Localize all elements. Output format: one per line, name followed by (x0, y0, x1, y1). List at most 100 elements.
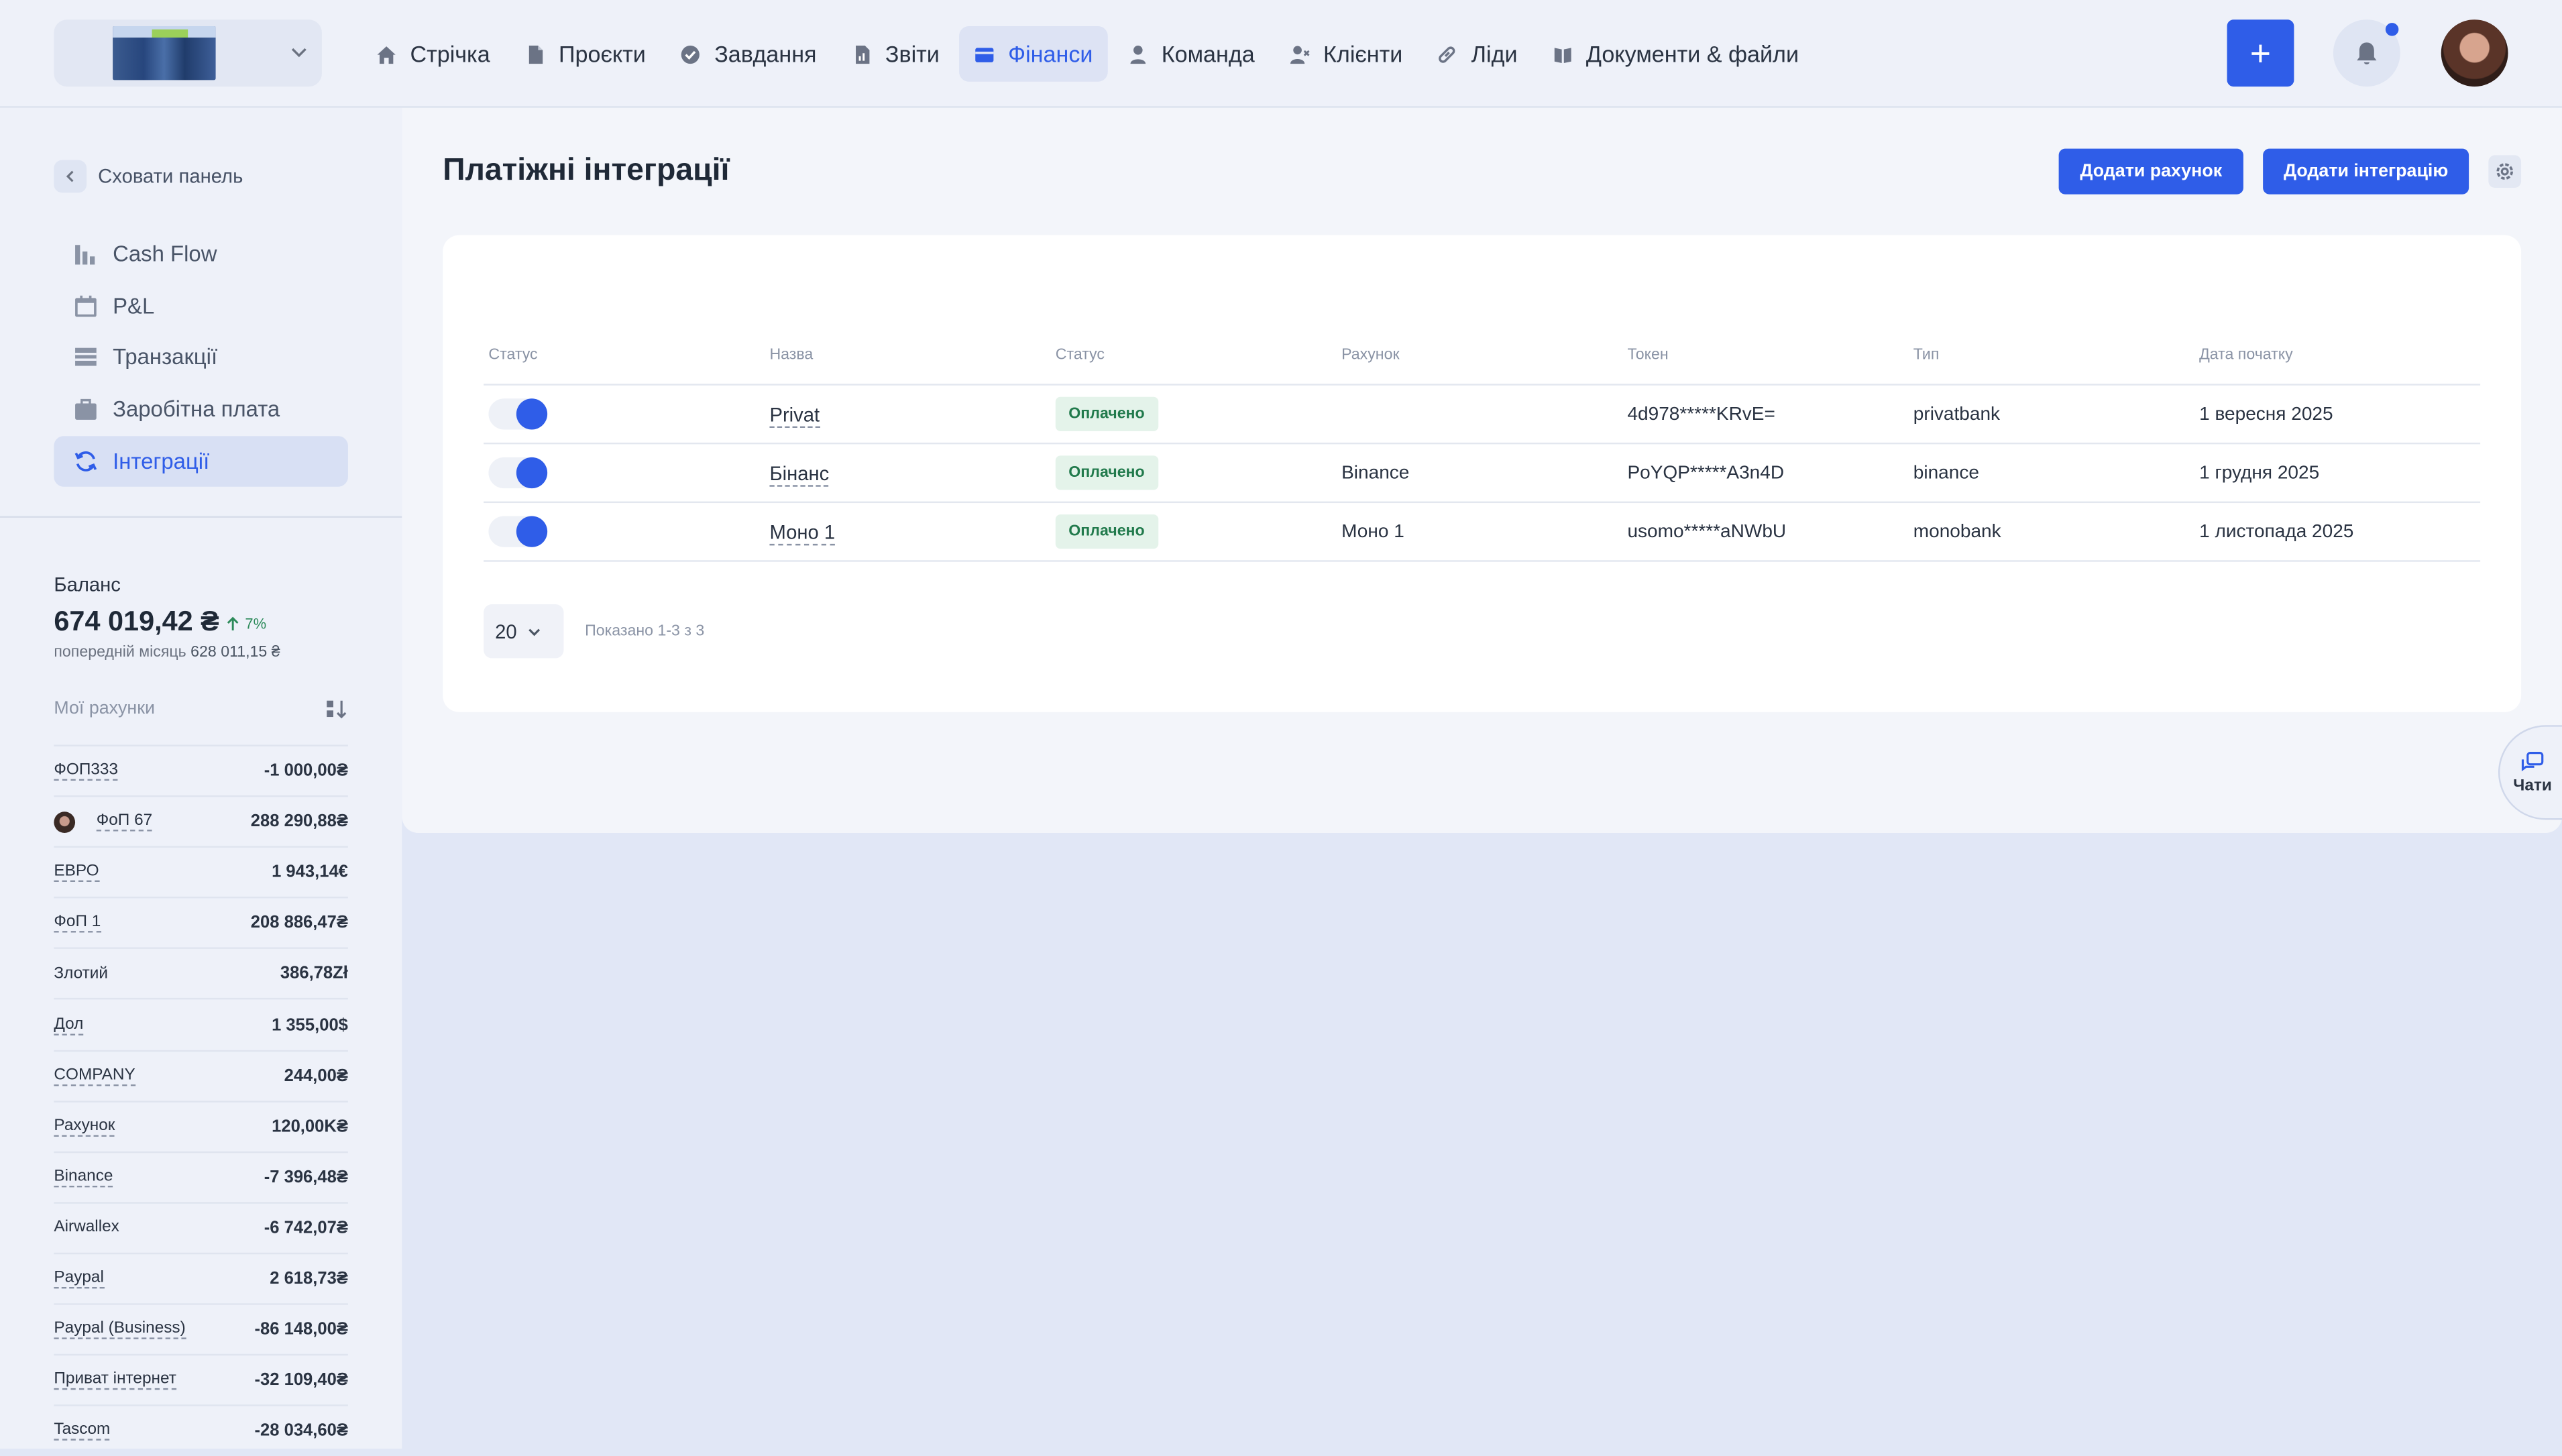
account-row[interactable]: ФоП 1 208 886,47₴ (54, 897, 348, 948)
name-cell: Моно 1 (769, 520, 1055, 545)
account-name-label: Злотий (54, 965, 109, 983)
nav-item-label: Фінанси (1008, 40, 1093, 67)
start-date-cell: 1 вересня 2025 (2199, 404, 2333, 424)
nav-item-clients[interactable]: Клієнти (1274, 26, 1417, 82)
column-header: Статус (488, 345, 538, 363)
chats-label: Чати (2513, 776, 2552, 795)
table-row[interactable]: Бінанс Оплачено Binance PoYQP*****A3n4D bina… (484, 444, 2481, 504)
nav-item-label: Документи & файли (1585, 40, 1799, 67)
integration-name-link[interactable]: Моно 1 (769, 520, 836, 545)
per-page-select[interactable]: 20 (484, 604, 564, 659)
column-header: Рахунок (1341, 345, 1400, 363)
main-nav: Стрічка Проєкти Завдання Звіти Фінанси К… (361, 25, 1818, 82)
table-row[interactable]: Моно 1 Оплачено Моно 1 usomo*****aNWbU monob… (484, 503, 2481, 562)
pagination: 20 Показано 1-3 з 3 (484, 604, 704, 659)
status-toggle-cell (484, 516, 769, 547)
nav-item-tasks[interactable]: Завдання (665, 26, 831, 82)
link-icon (1439, 46, 1456, 62)
nav-item-documents[interactable]: Документи & файли (1537, 26, 1814, 82)
status-toggle[interactable] (488, 457, 548, 489)
account-row[interactable]: COMPANY 244,00₴ (54, 1049, 348, 1101)
wallet-icon (975, 47, 994, 62)
sidebar-item-cash-flow[interactable]: Cash Flow (54, 229, 348, 279)
account-amount: 1 355,00$ (272, 1015, 348, 1035)
account-row[interactable]: Paypal (Business) -86 148,00₴ (54, 1303, 348, 1354)
account-row[interactable]: Злотий 386,78Zł (54, 948, 348, 999)
book-icon (1554, 47, 1571, 62)
settings-button[interactable] (2488, 155, 2522, 188)
account-name: ФОП333 (54, 761, 119, 781)
status-badge: Оплачено (1055, 455, 1158, 490)
main-content: Платіжні інтеграції Додати рахунок Додат… (402, 107, 2562, 833)
sidebar-item-label: Заробітна плата (113, 396, 280, 422)
integration-name-link[interactable]: Privat (769, 402, 820, 427)
account-name-label: ФОП333 (54, 761, 119, 781)
account-row[interactable]: ЕВРО 1 943,14€ (54, 846, 348, 897)
balance-value: 674 019,42 ₴ (54, 606, 219, 637)
nav-item-label: Команда (1161, 40, 1255, 67)
user-avatar[interactable] (2441, 19, 2508, 87)
users-icon (1290, 45, 1310, 63)
company-logo (113, 25, 216, 80)
account-row[interactable]: Рахунок 120,00K₴ (54, 1100, 348, 1151)
sidebar-item-pl[interactable]: P&L (54, 280, 348, 331)
account-row[interactable]: Приват інтернет -32 109,40₴ (54, 1354, 348, 1405)
sidebar-item-integrations[interactable]: Інтеграції (54, 435, 348, 487)
sidebar: Сховати панель Cash Flow P&L Транзакції … (0, 107, 402, 1449)
account-name-label: Приват інтернет (54, 1371, 176, 1390)
table-row[interactable]: Privat Оплачено 4d978*****KRvE= privatbank 1… (484, 386, 2481, 445)
arrow-up-icon (227, 616, 239, 630)
account-row[interactable]: ФОП333 -1 000,00₴ (54, 744, 348, 795)
sidebar-item-label: P&L (113, 293, 155, 319)
notification-dot (2385, 23, 2399, 36)
token-cell: PoYQP*****A3n4D (1627, 463, 1785, 483)
name-cell: Privat (769, 402, 1055, 427)
status-cell: Оплачено (1055, 396, 1341, 431)
add-button[interactable]: + (2227, 19, 2294, 87)
account-amount: 288 290,88₴ (250, 811, 348, 832)
company-selector[interactable] (54, 19, 322, 87)
nav-item-reports[interactable]: Звіти (836, 26, 954, 82)
account-row[interactable]: Airwallex -6 742,07₴ (54, 1201, 348, 1253)
nav-item-feed[interactable]: Стрічка (361, 26, 504, 82)
sort-icon[interactable] (325, 699, 348, 719)
account-name: ФоП 67 (54, 811, 153, 833)
account-row[interactable]: Дол 1 355,00$ (54, 999, 348, 1050)
nav-item-projects[interactable]: Проєкти (510, 26, 661, 82)
account-amount: 208 886,47₴ (250, 913, 348, 934)
account-name: Paypal (Business) (54, 1320, 186, 1340)
account-cell: Binance (1341, 463, 1410, 483)
account-name: COMPANY (54, 1066, 135, 1086)
nav-item-label: Клієнти (1323, 40, 1403, 67)
account-name-label: ФоП 1 (54, 913, 101, 934)
status-toggle[interactable] (488, 516, 548, 547)
chevron-left-icon (54, 160, 87, 193)
sidebar-item-salary[interactable]: Заробітна плата (54, 384, 348, 434)
nav-item-finance[interactable]: Фінанси (959, 25, 1108, 82)
account-name: Приват інтернет (54, 1371, 176, 1390)
sidebar-item-label: Cash Flow (113, 241, 217, 266)
balance-previous-value: 628 011,15 ₴ (190, 643, 280, 662)
account-name-label: ЕВРО (54, 862, 99, 883)
status-cell: Оплачено (1055, 455, 1341, 490)
account-row[interactable]: ФоП 67 288 290,88₴ (54, 795, 348, 846)
sync-icon (74, 451, 97, 471)
account-name-label: COMPANY (54, 1066, 135, 1086)
integration-name-link[interactable]: Бінанс (769, 461, 830, 486)
status-toggle[interactable] (488, 398, 548, 430)
name-cell: Бінанс (769, 461, 1055, 486)
account-row[interactable]: Binance -7 396,48₴ (54, 1151, 348, 1202)
account-row[interactable]: Tascom -28 034,60₴ (54, 1404, 348, 1456)
nav-item-team[interactable]: Команда (1113, 26, 1270, 82)
add-integration-button[interactable]: Додати інтеграцію (2263, 148, 2469, 194)
account-row[interactable]: Paypal 2 618,73₴ (54, 1252, 348, 1304)
toggle-knob (516, 457, 548, 489)
account-name: Binance (54, 1168, 113, 1187)
account-name: Tascom (54, 1421, 111, 1441)
nav-item-leads[interactable]: Ліди (1423, 26, 1533, 82)
sidebar-item-transactions[interactable]: Транзакції (54, 332, 348, 382)
accounts-list: ФОП333 -1 000,00₴ ФоП 67 288 290,88₴ ЕВРО 1 9… (54, 744, 348, 1455)
add-account-button[interactable]: Додати рахунок (2058, 148, 2243, 194)
collapse-panel-button[interactable]: Сховати панель (54, 160, 243, 193)
account-amount: 386,78Zł (280, 964, 348, 985)
